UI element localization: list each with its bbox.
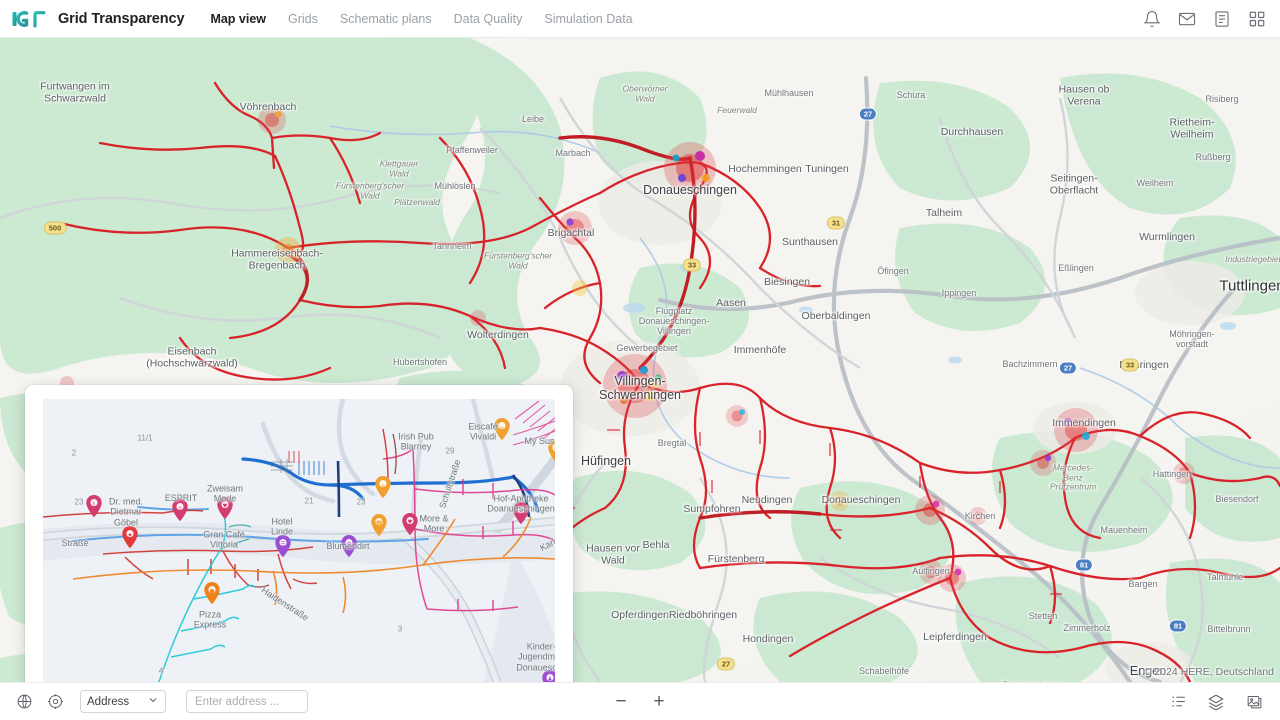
detail-map-vector xyxy=(43,399,555,682)
detail-map-panel[interactable]: 11/12ESPRITZweisam ModeDr. med. Dietmar … xyxy=(25,385,573,682)
svg-text:⌂: ⌂ xyxy=(178,505,182,511)
header-actions xyxy=(1143,10,1266,28)
map-poi-pin[interactable]: ● xyxy=(204,582,221,599)
map-poi-pin[interactable]: ✚ xyxy=(513,502,530,519)
road-shield-badge: 33 xyxy=(683,259,701,272)
road-shield-badge: 81 xyxy=(1169,620,1187,633)
svg-text:⚕: ⚕ xyxy=(93,500,96,507)
map-poi-pin[interactable]: ♥ xyxy=(217,497,234,514)
bell-icon[interactable] xyxy=(1143,10,1161,28)
map-bottom-toolbar: Address − + xyxy=(0,682,1280,720)
svg-text:♥: ♥ xyxy=(408,519,413,525)
basemap-icon[interactable] xyxy=(1244,692,1264,712)
search-mode-select[interactable]: Address xyxy=(80,690,166,713)
svg-text:♥: ♥ xyxy=(223,503,228,509)
map-poi-pin[interactable]: ☕ xyxy=(375,476,392,493)
svg-text:●: ● xyxy=(210,588,215,594)
mail-icon[interactable] xyxy=(1178,10,1196,28)
app-title: Grid Transparency xyxy=(58,11,184,27)
globe-icon[interactable] xyxy=(14,692,34,712)
svg-text:★: ★ xyxy=(128,532,133,538)
road-shield-badge: 27 xyxy=(717,658,735,671)
svg-text:♟: ♟ xyxy=(548,675,553,682)
map-poi-pin[interactable]: ⚕ xyxy=(86,495,103,512)
app-logo[interactable] xyxy=(12,8,48,30)
road-shield-badge: 33 xyxy=(1121,359,1139,372)
nav-tab-simulation-data[interactable]: Simulation Data xyxy=(544,10,632,28)
search-controls-group: Address xyxy=(14,690,308,713)
map-viewport[interactable]: Furtwangen im SchwarzwaldVöhrenbachOberw… xyxy=(0,38,1280,682)
road-shield-badge: 81 xyxy=(1075,559,1093,572)
address-search-input[interactable] xyxy=(186,690,308,713)
map-poi-pin[interactable]: ☎ xyxy=(371,514,388,531)
main-navigation: Map view Grids Schematic plans Data Qual… xyxy=(210,10,632,28)
map-attribution: © 2024 HERE, Deutschland xyxy=(1144,666,1274,678)
map-tools-group xyxy=(1168,692,1264,712)
svg-text:✿: ✿ xyxy=(347,541,352,547)
apps-grid-icon[interactable] xyxy=(1248,10,1266,28)
zoom-controls: − + xyxy=(610,691,670,713)
map-poi-pin[interactable]: ☰ xyxy=(275,535,292,552)
svg-text:☰: ☰ xyxy=(281,540,286,547)
zoom-out-button[interactable]: − xyxy=(610,691,632,713)
road-shield-badge: 27 xyxy=(859,108,877,121)
document-icon[interactable] xyxy=(1213,10,1231,28)
map-poi-pin[interactable]: ☕ xyxy=(494,418,511,435)
road-shield-badge: 500 xyxy=(44,222,67,235)
road-shield-badge: 31 xyxy=(827,217,845,230)
svg-text:☕: ☕ xyxy=(500,423,505,430)
layers-icon[interactable] xyxy=(1206,692,1226,712)
road-shield-badge: 27 xyxy=(1059,362,1077,375)
map-poi-pin[interactable]: ♥ xyxy=(402,513,419,530)
legend-list-icon[interactable] xyxy=(1168,692,1188,712)
svg-text:☕: ☕ xyxy=(381,481,386,488)
detail-map-canvas[interactable]: 11/12ESPRITZweisam ModeDr. med. Dietmar … xyxy=(43,399,555,682)
search-mode-value: Address xyxy=(87,696,129,708)
svg-text:✚: ✚ xyxy=(519,507,524,514)
svg-text:☎: ☎ xyxy=(376,519,383,526)
map-poi-pin[interactable]: ♟ xyxy=(542,670,556,682)
zoom-in-button[interactable]: + xyxy=(648,691,670,713)
chevron-down-icon xyxy=(147,694,159,709)
top-header-bar: Grid Transparency Map view Grids Schemat… xyxy=(0,0,1280,38)
nav-tab-schematic-plans[interactable]: Schematic plans xyxy=(340,10,432,28)
nav-tab-map-view[interactable]: Map view xyxy=(210,10,266,28)
nav-tab-data-quality[interactable]: Data Quality xyxy=(454,10,523,28)
map-poi-pin[interactable]: ⌂ xyxy=(172,499,189,516)
crosshair-icon[interactable] xyxy=(45,692,65,712)
nav-tab-grids[interactable]: Grids xyxy=(288,10,318,28)
map-poi-pin[interactable]: ☔ xyxy=(548,440,556,457)
map-poi-pin[interactable]: ✿ xyxy=(341,535,358,552)
map-poi-pin[interactable]: ★ xyxy=(122,526,139,543)
